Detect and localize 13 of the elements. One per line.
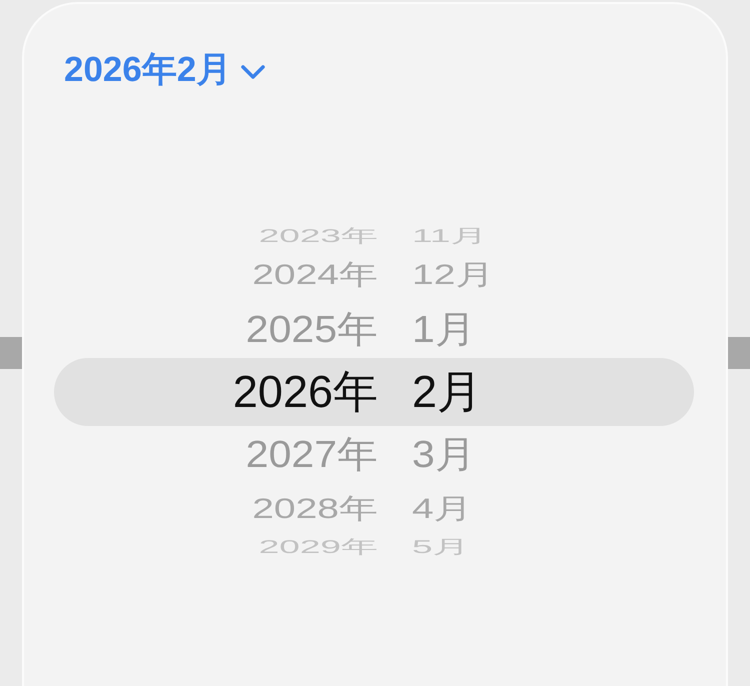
- month-option[interactable]: 12月: [412, 260, 494, 290]
- year-option[interactable]: 2028年: [252, 494, 378, 524]
- background-bar: [728, 337, 750, 369]
- year-option[interactable]: 2025年: [246, 308, 378, 350]
- month-option[interactable]: 2月: [412, 367, 482, 417]
- year-option[interactable]: 2024年: [252, 260, 378, 290]
- month-option[interactable]: 4月: [412, 494, 473, 524]
- background-bar: [0, 337, 22, 369]
- month-option[interactable]: 1月: [412, 308, 476, 350]
- month-option[interactable]: 3月: [412, 434, 476, 476]
- year-option[interactable]: 2026年: [232, 367, 378, 417]
- year-option[interactable]: 2027年: [246, 434, 378, 476]
- month-year-button[interactable]: 2026年2月: [64, 49, 266, 91]
